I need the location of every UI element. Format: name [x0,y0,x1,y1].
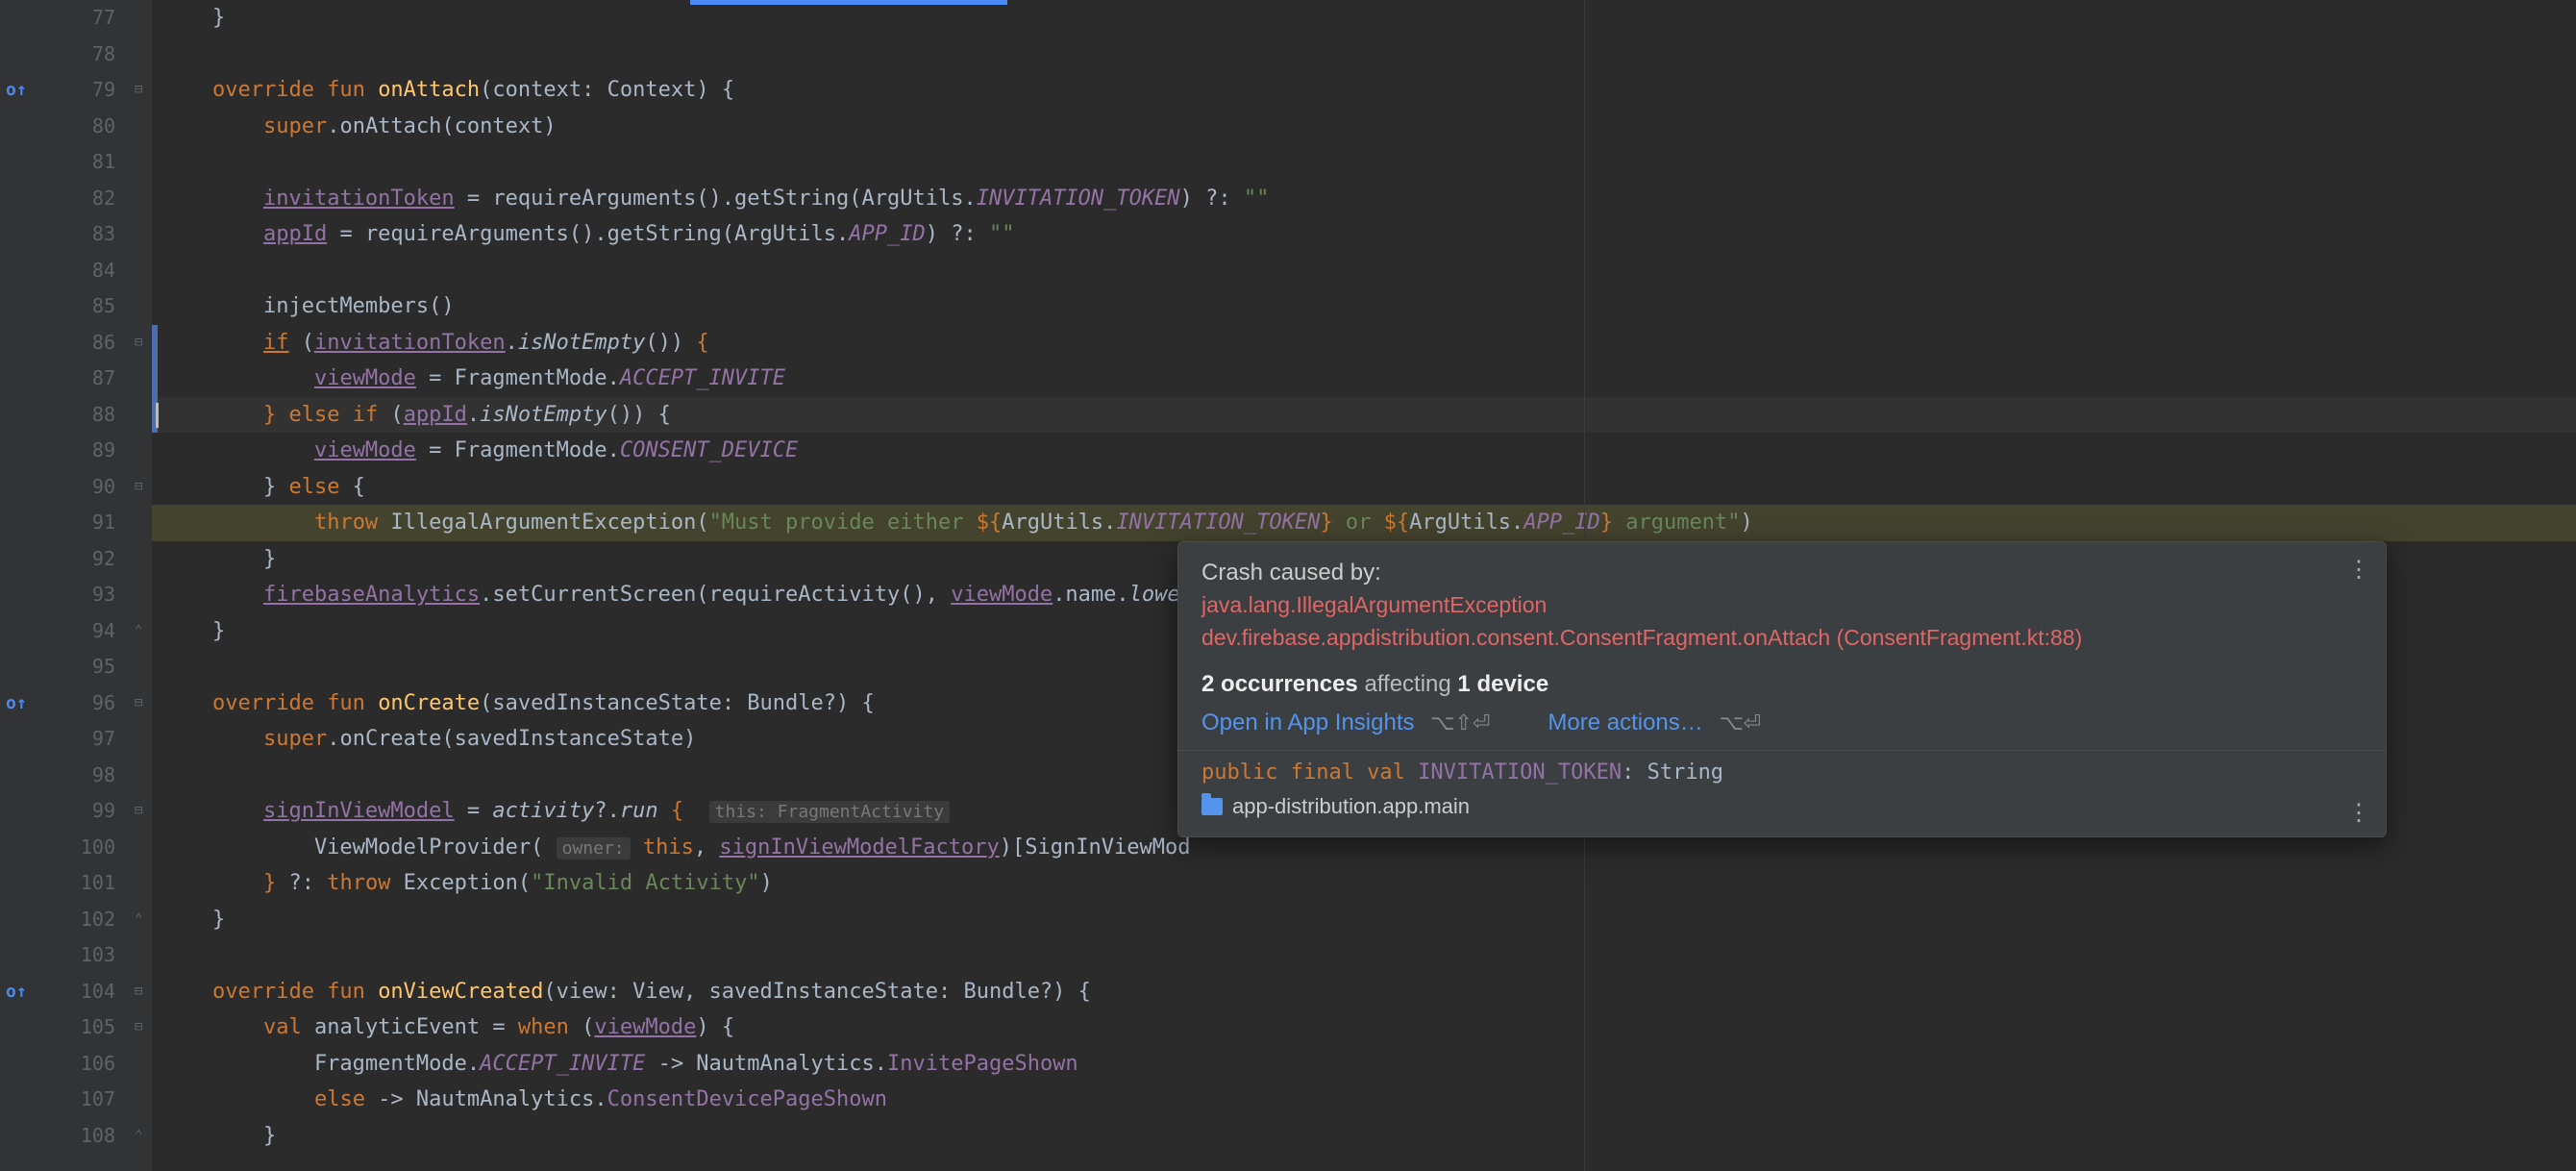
shortcut-hint: ⌥⏎ [1719,710,1761,735]
fold-toggle-icon[interactable]: ⊟ [135,335,142,350]
line-number[interactable]: 86 [37,325,115,361]
code-line[interactable]: else -> NautmAnalytics.ConsentDevicePage… [152,1082,2576,1118]
line-number[interactable]: 99 [37,793,115,830]
fold-toggle-icon[interactable]: ⊟ [135,479,142,494]
code-line[interactable]: } ?: throw Exception("Invalid Activity") [152,865,2576,902]
line-number[interactable]: 78 [37,37,115,73]
kebab-menu-icon[interactable]: ⋮ [2347,799,2368,827]
exception-class: java.lang.IllegalArgumentException [1201,588,2363,621]
line-number[interactable]: 101 [37,865,115,902]
line-number[interactable]: 90 [37,469,115,506]
code-line[interactable]: } [152,902,2576,938]
line-number[interactable]: 93 [37,577,115,613]
shortcut-hint: ⌥⇧⏎ [1430,710,1490,735]
line-number-gutter[interactable]: 7778798081828384858687888990919293949596… [37,0,133,1171]
line-number[interactable]: 106 [37,1046,115,1083]
override-gutter-icon[interactable]: o↑ [6,982,27,1002]
line-number[interactable]: 89 [37,433,115,469]
code-line[interactable] [152,144,2576,181]
code-line[interactable]: val analyticEvent = when (viewMode) { [152,1009,2576,1046]
line-number[interactable]: 94 [37,613,115,650]
kebab-menu-icon[interactable]: ⋮ [2347,556,2368,584]
code-line[interactable]: invitationToken = requireArguments().get… [152,181,2576,217]
symbol-declaration: public final val INVITATION_TOKEN: Strin… [1201,760,2363,785]
occurrence-count: 2 [1201,671,1214,697]
code-line[interactable]: override fun onViewCreated(view: View, s… [152,974,2576,1010]
device-count: 1 [1457,671,1470,697]
code-line[interactable]: FragmentMode.ACCEPT_INVITE -> NautmAnaly… [152,1046,2576,1083]
line-number[interactable]: 104 [37,974,115,1010]
exception-location: dev.firebase.appdistribution.consent.Con… [1201,621,2363,654]
more-actions-link[interactable]: More actions… [1548,710,1702,735]
line-number[interactable]: 80 [37,109,115,145]
line-number[interactable]: 102 [37,902,115,938]
fold-toggle-icon[interactable]: ⊟ [135,1019,142,1034]
line-number[interactable]: 107 [37,1082,115,1118]
line-number[interactable]: 97 [37,721,115,758]
fold-toggle-icon[interactable]: ⌃ [135,1128,142,1143]
code-line[interactable]: override fun onAttach(context: Context) … [152,72,2576,109]
code-line[interactable]: } else { [152,469,2576,506]
code-line[interactable]: viewMode = FragmentMode.CONSENT_DEVICE [152,433,2576,469]
text-caret [156,403,159,428]
code-editor[interactable]: o↑o↑o↑ 777879808182838485868788899091929… [0,0,2576,1171]
code-line[interactable]: super.onAttach(context) [152,109,2576,145]
fold-toggle-icon[interactable]: ⌃ [135,911,142,927]
line-number[interactable]: 108 [37,1118,115,1155]
line-number[interactable]: 96 [37,685,115,722]
crash-stats: 2 occurrences affecting 1 device [1201,671,2363,698]
code-line[interactable] [152,253,2576,289]
code-line[interactable]: } else if (appId.isNotEmpty()) { [152,397,2576,434]
line-number[interactable]: 92 [37,541,115,578]
fold-gutter[interactable]: ⊟ ⊟ ⊟ ⌃ ⊟ ⊟ ⌃ ⊟ ⊟ ⌃ [133,0,152,1171]
open-app-insights-link[interactable]: Open in App Insights [1201,710,1414,735]
gutter-badges: o↑ o↑ o↑ [0,0,37,1171]
code-line[interactable]: injectMembers() [152,288,2576,325]
fold-toggle-icon[interactable]: ⊟ [135,803,142,818]
code-line[interactable]: throw IllegalArgumentException("Must pro… [152,505,2576,541]
module-location[interactable]: app-distribution.app.main [1201,794,2363,819]
code-line[interactable]: } [152,0,2576,37]
fold-toggle-icon[interactable]: ⊟ [135,82,142,97]
fold-toggle-icon[interactable]: ⊟ [135,695,142,710]
override-gutter-icon[interactable]: o↑ [6,693,27,713]
code-line[interactable]: } [152,1118,2576,1155]
override-gutter-icon[interactable]: o↑ [6,80,27,100]
line-number[interactable]: 88 [37,397,115,434]
crash-insights-popup: ⋮ Crash caused by: java.lang.IllegalArgu… [1177,541,2387,837]
code-line[interactable]: viewMode = FragmentMode.ACCEPT_INVITE [152,361,2576,397]
line-number[interactable]: 91 [37,505,115,541]
fold-toggle-icon[interactable]: ⌃ [135,623,142,638]
line-number[interactable]: 98 [37,758,115,794]
folder-icon [1201,798,1223,815]
line-number[interactable]: 95 [37,649,115,685]
line-number[interactable]: 87 [37,361,115,397]
code-line[interactable] [152,37,2576,73]
popup-title: Crash caused by: [1201,560,2363,586]
line-number[interactable]: 85 [37,288,115,325]
code-line[interactable] [152,937,2576,974]
line-number[interactable]: 84 [37,253,115,289]
line-number[interactable]: 100 [37,830,115,866]
line-number[interactable]: 83 [37,216,115,253]
code-line[interactable]: if (invitationToken.isNotEmpty()) { [152,325,2576,361]
code-line[interactable]: appId = requireArguments().getString(Arg… [152,216,2576,253]
line-number[interactable]: 105 [37,1009,115,1046]
line-number[interactable]: 103 [37,937,115,974]
line-number[interactable]: 77 [37,0,115,37]
vcs-change-marker[interactable] [152,325,158,361]
vcs-change-marker[interactable] [152,361,158,397]
line-number[interactable]: 82 [37,181,115,217]
fold-toggle-icon[interactable]: ⊟ [135,984,142,999]
line-number[interactable]: 79 [37,72,115,109]
line-number[interactable]: 81 [37,144,115,181]
